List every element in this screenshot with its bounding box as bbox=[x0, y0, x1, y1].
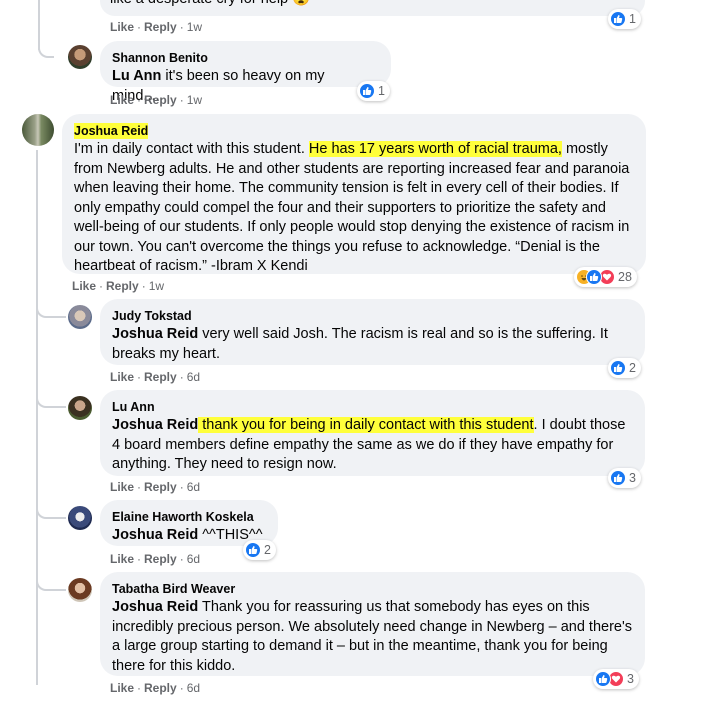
avatar[interactable] bbox=[68, 45, 92, 69]
like-link[interactable]: Like bbox=[72, 279, 96, 293]
mention[interactable]: Joshua Reid bbox=[112, 326, 198, 342]
timestamp[interactable]: 1w bbox=[187, 93, 202, 107]
timestamp[interactable]: 6d bbox=[187, 681, 200, 695]
reply-link[interactable]: Reply bbox=[144, 480, 177, 494]
reaction-count: 1 bbox=[378, 84, 385, 98]
timestamp[interactable]: 6d bbox=[187, 370, 200, 384]
reaction-badge[interactable]: 2 bbox=[608, 358, 641, 378]
reaction-badge[interactable]: 1 bbox=[357, 81, 390, 101]
like-reaction-icon bbox=[610, 11, 626, 27]
comment-text: mostly from Newberg adults. He and other… bbox=[74, 141, 630, 274]
timestamp[interactable]: 6d bbox=[187, 552, 200, 566]
highlighted-text: He has 17 years worth of racial trauma, bbox=[308, 141, 562, 157]
reaction-badge[interactable]: 2 bbox=[243, 540, 276, 560]
comment-actions: Like · Reply · 6d bbox=[110, 681, 201, 695]
comment-bubble: Tabatha Bird Weaver Joshua Reid Thank yo… bbox=[100, 572, 645, 676]
avatar[interactable] bbox=[68, 396, 92, 420]
reply-link[interactable]: Reply bbox=[106, 279, 139, 293]
comment-actions: Like · Reply · 6d bbox=[110, 370, 201, 384]
reaction-count: 2 bbox=[264, 543, 271, 557]
comment-actions: Like · Reply · 1w bbox=[110, 93, 203, 107]
comment-author[interactable]: Lu Ann bbox=[112, 399, 155, 415]
mention[interactable]: Joshua Reid bbox=[112, 599, 198, 615]
comment-bubble: Shannon Benito Lu Ann it's been so heavy… bbox=[100, 41, 391, 104]
comment-bubble: like a desperate cry for help 😧 bbox=[100, 0, 645, 16]
reply-link[interactable]: Reply bbox=[144, 93, 177, 107]
reaction-count: 2 bbox=[629, 361, 636, 375]
reaction-badge[interactable]: 3 bbox=[593, 669, 639, 689]
reaction-count: 3 bbox=[629, 471, 636, 485]
like-reaction-icon bbox=[245, 542, 261, 558]
timestamp[interactable]: 6d bbox=[187, 480, 200, 494]
reaction-count: 1 bbox=[629, 12, 636, 26]
like-link[interactable]: Like bbox=[110, 681, 134, 695]
comment-author[interactable]: Shannon Benito bbox=[112, 50, 208, 66]
thread-connector bbox=[36, 298, 66, 318]
avatar[interactable] bbox=[68, 305, 92, 329]
timestamp[interactable]: 1w bbox=[149, 279, 164, 293]
like-reaction-icon bbox=[610, 360, 626, 376]
comment-text: I'm in daily contact with this student. bbox=[74, 141, 309, 157]
comment-bubble: Lu Ann Joshua Reid thank you for being i… bbox=[100, 390, 645, 476]
comment-actions: Like · Reply · 6d bbox=[110, 552, 201, 566]
reaction-badge[interactable]: 3 bbox=[608, 468, 641, 488]
avatar[interactable] bbox=[68, 578, 92, 602]
comment-bubble: Joshua Reid I'm in daily contact with th… bbox=[62, 114, 646, 274]
like-reaction-icon bbox=[359, 83, 375, 99]
thread-connector bbox=[36, 388, 66, 408]
like-reaction-icon bbox=[610, 470, 626, 486]
like-link[interactable]: Like bbox=[110, 20, 134, 34]
comment-bubble: Judy Tokstad Joshua Reid very well said … bbox=[100, 299, 645, 365]
mention[interactable]: Joshua Reid bbox=[112, 527, 198, 543]
thread-connector bbox=[38, 20, 54, 58]
reaction-badge[interactable]: 1 bbox=[608, 9, 641, 29]
reaction-badge[interactable]: 28 bbox=[574, 267, 637, 287]
like-reaction-icon bbox=[595, 671, 611, 687]
thread-line bbox=[36, 150, 38, 685]
reply-link[interactable]: Reply bbox=[144, 370, 177, 384]
comment-author[interactable]: Tabatha Bird Weaver bbox=[112, 581, 235, 597]
comment-actions: Like · Reply · 1w bbox=[110, 20, 203, 34]
thread-connector bbox=[36, 499, 66, 519]
avatar[interactable] bbox=[68, 506, 92, 530]
comment-actions: Like · Reply · 1w bbox=[72, 279, 165, 293]
comment-author[interactable]: Joshua Reid bbox=[74, 123, 149, 139]
reply-link[interactable]: Reply bbox=[144, 552, 177, 566]
reaction-count: 28 bbox=[618, 270, 632, 284]
like-link[interactable]: Like bbox=[110, 552, 134, 566]
comment-actions: Like · Reply · 6d bbox=[110, 480, 201, 494]
reply-link[interactable]: Reply bbox=[144, 20, 177, 34]
comment-author[interactable]: Judy Tokstad bbox=[112, 308, 192, 324]
comment-author[interactable]: Elaine Haworth Koskela bbox=[112, 509, 254, 525]
mention[interactable]: Lu Ann bbox=[112, 68, 161, 84]
reaction-count: 3 bbox=[627, 672, 634, 686]
like-link[interactable]: Like bbox=[110, 93, 134, 107]
avatar[interactable] bbox=[22, 114, 54, 146]
like-link[interactable]: Like bbox=[110, 370, 134, 384]
comment-text: like a desperate cry for help 😧 bbox=[110, 0, 310, 10]
mention[interactable]: Joshua Reid bbox=[112, 417, 198, 433]
like-reaction-icon bbox=[586, 269, 602, 285]
highlighted-text: thank you for being in daily contact wit… bbox=[198, 417, 534, 433]
timestamp[interactable]: 1w bbox=[187, 20, 202, 34]
reply-link[interactable]: Reply bbox=[144, 681, 177, 695]
thread-connector bbox=[36, 571, 66, 591]
like-link[interactable]: Like bbox=[110, 480, 134, 494]
